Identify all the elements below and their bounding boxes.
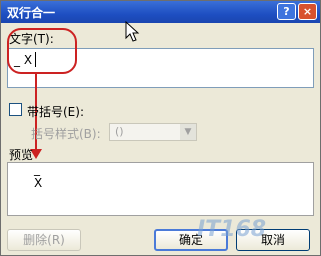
chevron-down-icon[interactable]: ▼ [180, 124, 196, 140]
preview-label: 预览 [9, 148, 34, 162]
watermark-text: IT168 [197, 217, 267, 242]
preview-text: X [34, 176, 43, 190]
help-button[interactable]: ? [277, 3, 296, 20]
close-button[interactable]: × [298, 3, 317, 20]
window-title: 双行合一 [7, 6, 56, 20]
bracket-style-select[interactable]: () ▼ [109, 123, 197, 141]
preview-bar: _ [34, 162, 40, 176]
brackets-checkbox[interactable] [9, 103, 22, 116]
mouse-cursor-icon [125, 21, 140, 42]
callout-circle [7, 28, 77, 74]
delete-button[interactable]: 删除(R) [7, 229, 81, 251]
preview-box: X _ [7, 162, 314, 216]
brackets-checkbox-label: 带括号(E): [27, 105, 84, 119]
dialog-window: 双行合一 ? × 文字(T): _ X 带括号(E): 括号样式(B): () … [0, 0, 321, 256]
title-bar[interactable]: 双行合一 ? × [1, 1, 320, 23]
watermark-logo: IT168 [197, 217, 297, 253]
bracket-style-value: () [115, 125, 124, 138]
bracket-style-label: 括号样式(B): [31, 127, 101, 141]
